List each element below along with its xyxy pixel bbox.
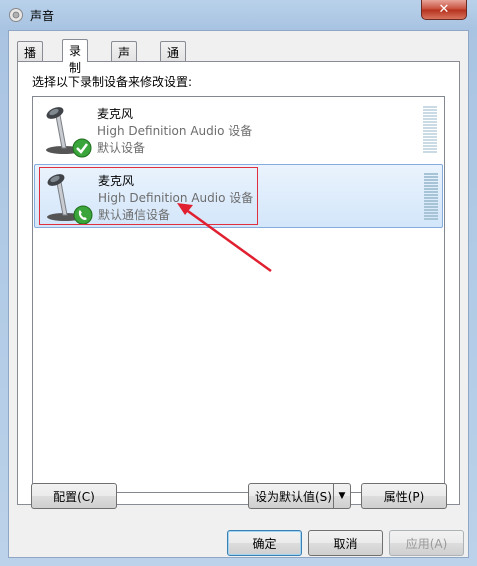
- check-icon: [72, 138, 92, 158]
- configure-button[interactable]: 配置(C): [31, 483, 117, 509]
- list-item-device-2[interactable]: 麦克风 High Definition Audio 设备 默认通信设备: [34, 164, 443, 228]
- level-meter: [423, 106, 437, 154]
- tab-recording[interactable]: 录制: [62, 39, 89, 75]
- apply-button[interactable]: 应用(A): [389, 530, 464, 556]
- tab-sounds[interactable]: 声音: [111, 41, 138, 77]
- dialog-body: 播放 录制 声音 通信 选择以下录制设备来修改设置: 麦克风 High Def: [8, 30, 469, 558]
- close-icon: ✕: [438, 2, 450, 17]
- set-default-button[interactable]: 设为默认值(S) ▼: [248, 483, 351, 509]
- speaker-icon: [9, 8, 23, 22]
- device-status: 默认设备: [97, 141, 146, 155]
- ok-button[interactable]: 确定: [227, 530, 302, 556]
- instruction-text: 选择以下录制设备来修改设置:: [32, 75, 193, 89]
- device-name: 麦克风: [97, 107, 134, 121]
- level-meter: [424, 173, 438, 221]
- recording-panel: 选择以下录制设备来修改设置: 麦克风 High Definition Audio…: [17, 61, 460, 505]
- window-title: 声音: [30, 9, 55, 23]
- list-item-device-1[interactable]: 麦克风 High Definition Audio 设备 默认设备: [34, 98, 443, 162]
- properties-button[interactable]: 属性(P): [361, 483, 447, 509]
- close-button[interactable]: ✕: [421, 0, 467, 20]
- device-list[interactable]: 麦克风 High Definition Audio 设备 默认设备 麦克风 Hi…: [32, 96, 445, 493]
- set-default-label: 设为默认值(S): [255, 489, 332, 504]
- annotation-highlight-box: [39, 167, 258, 225]
- device-description: High Definition Audio 设备: [97, 124, 253, 138]
- title-bar: 声音 ✕: [0, 0, 477, 30]
- tab-communications[interactable]: 通信: [160, 41, 187, 77]
- chevron-down-icon: ▼: [338, 491, 346, 501]
- set-default-dropdown[interactable]: ▼: [333, 484, 350, 508]
- tab-playback[interactable]: 播放: [17, 41, 44, 77]
- cancel-button[interactable]: 取消: [308, 530, 383, 556]
